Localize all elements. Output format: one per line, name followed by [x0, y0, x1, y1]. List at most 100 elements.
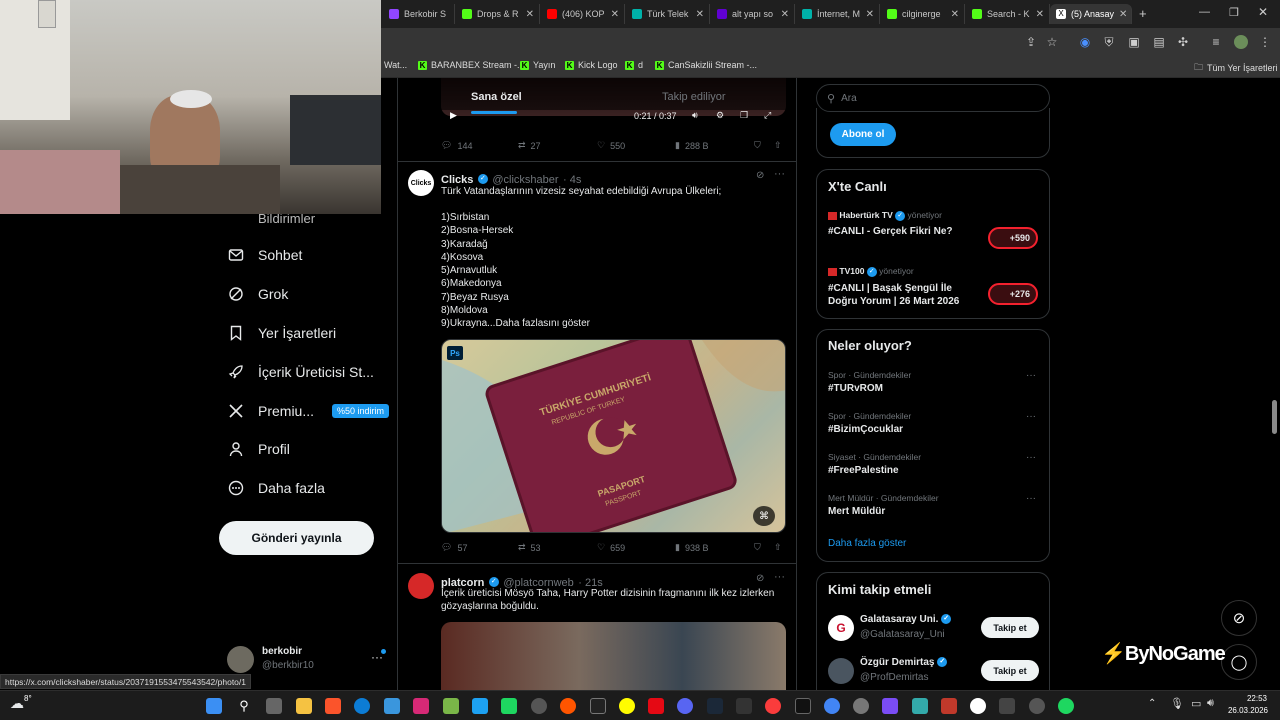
twitter-icon[interactable] — [472, 698, 488, 714]
close-icon[interactable]: ✕ — [781, 9, 789, 20]
browser-tab[interactable]: cilginerge ✕ — [881, 4, 965, 24]
close-icon[interactable]: ✕ — [1036, 9, 1044, 20]
tray-chevron-icon[interactable]: ⌃ — [1148, 698, 1156, 709]
discord-icon[interactable] — [677, 698, 693, 714]
share-button[interactable]: ⇧ — [774, 140, 782, 151]
repost-button[interactable]: ⇄ 27 — [518, 140, 541, 151]
more-icon[interactable]: ··· — [1026, 411, 1036, 422]
bookmark[interactable]: K BARANBEX Stream -... — [418, 60, 525, 70]
sidebar-item-premium[interactable]: Premiu... %50 indirim — [228, 403, 390, 419]
like-button[interactable]: ♡ 659 — [597, 542, 625, 553]
menu-icon[interactable]: ⋮ — [1258, 35, 1272, 49]
repost-button[interactable]: ⇄ 53 — [518, 542, 541, 553]
sidebar-item-bookmarks[interactable]: Yer İşaretleri — [228, 325, 336, 341]
bookmark[interactable]: K Kick Logo — [565, 60, 618, 70]
play-icon[interactable]: ▶ — [450, 110, 457, 121]
browser-tab[interactable]: alt yapı so ✕ — [711, 4, 795, 24]
steam-icon[interactable] — [707, 698, 723, 714]
trend-item[interactable]: Mert Müldür · Gündemdekiler Mert Müldür — [828, 493, 939, 517]
suggestion-name[interactable]: Galatasaray Uni. ✓ — [860, 614, 952, 625]
chrome-icon[interactable] — [824, 698, 840, 714]
brave-icon[interactable] — [325, 698, 341, 714]
clock-time[interactable]: 22:53 — [1229, 694, 1267, 703]
close-icon[interactable]: ✕ — [866, 9, 874, 20]
trend-item[interactable]: Spor · Gündemdekiler #TURvROM — [828, 370, 911, 394]
follow-button[interactable]: Takip et — [981, 617, 1039, 638]
netflix-icon[interactable] — [648, 698, 664, 714]
suggestion-name[interactable]: Özgür Demirtaş ✓ — [860, 657, 948, 668]
close-icon[interactable]: ✕ — [611, 9, 619, 20]
sidebar-item-more[interactable]: Daha fazla — [228, 480, 325, 496]
bookmark[interactable]: Kd — [625, 60, 643, 70]
avatar[interactable]: G — [828, 615, 854, 641]
app-icon[interactable] — [882, 698, 898, 714]
weather-icon[interactable]: ☁ — [10, 695, 24, 712]
yandex-icon[interactable] — [970, 698, 986, 714]
browser-tab-active[interactable]: X (5) Anasay ✕ — [1050, 4, 1132, 24]
extension-icon[interactable]: ▤ — [1152, 35, 1166, 49]
close-icon[interactable]: ✕ — [526, 9, 534, 20]
app-icon[interactable] — [941, 698, 957, 714]
tiktok-icon[interactable] — [795, 698, 811, 714]
settings-icon[interactable]: ⚙︎ — [716, 110, 724, 121]
browser-tab[interactable]: Drops & R ✕ — [456, 4, 540, 24]
star-icon[interactable]: ☆ — [1045, 35, 1059, 49]
app-icon[interactable] — [853, 698, 869, 714]
reply-button[interactable]: 💬︎ 57 — [441, 542, 467, 553]
close-window-icon[interactable]: ✕ — [1258, 5, 1268, 19]
start-icon[interactable] — [206, 698, 222, 714]
trend-item[interactable]: Siyaset · Gündemdekiler #FreePalestine — [828, 452, 921, 476]
reply-button[interactable]: 💬︎ 144 — [441, 140, 472, 151]
browser-tab[interactable]: (406) KOP ✕ — [541, 4, 625, 24]
views-button[interactable]: ▮ 288 B — [675, 140, 708, 151]
browser-tab[interactable]: Türk Telek ✕ — [626, 4, 710, 24]
grok-fab-icon[interactable]: ⊘ — [1221, 600, 1257, 636]
extension-icon[interactable]: ◉ — [1078, 35, 1092, 49]
snapchat-icon[interactable] — [619, 698, 635, 714]
search-input[interactable]: Ara — [841, 93, 857, 104]
settings-icon[interactable] — [1029, 698, 1045, 714]
volume-icon[interactable]: 🔊︎ — [692, 110, 698, 121]
pip-icon[interactable]: ❐ — [740, 110, 748, 121]
install-app-icon[interactable]: ⇪ — [1024, 35, 1038, 49]
tweet-image[interactable]: TÜRKİYE CUMHURİYETİ REPUBLIC OF TURKEY P… — [441, 339, 786, 533]
fullscreen-icon[interactable]: ⤢ — [764, 110, 771, 121]
app-icon[interactable] — [736, 698, 752, 714]
more-icon[interactable]: ··· — [1026, 493, 1036, 504]
avatar[interactable] — [227, 646, 254, 673]
sidebar-item-grok[interactable]: Grok — [228, 286, 288, 302]
live-count[interactable]: +590 — [988, 227, 1038, 249]
soundcloud-icon[interactable] — [560, 698, 576, 714]
puzzle-icon[interactable]: ✣ — [1176, 35, 1190, 49]
spotify-icon[interactable] — [1058, 698, 1074, 714]
restore-icon[interactable]: ❐ — [1229, 6, 1239, 19]
browser-tab[interactable]: Berkobir S — [383, 4, 455, 24]
avatar[interactable] — [408, 573, 434, 599]
live-count[interactable]: +276 — [988, 283, 1038, 305]
shield-icon[interactable]: ⛨ — [1102, 35, 1116, 49]
like-button[interactable]: ♡ 550 — [597, 140, 625, 151]
browser-tab[interactable]: Search - K ✕ — [966, 4, 1050, 24]
views-button[interactable]: ▮ 938 B — [675, 542, 708, 553]
sidebar-item-creator-studio[interactable]: İçerik Üreticisi St... — [228, 364, 374, 380]
speedtest-icon[interactable] — [531, 698, 547, 714]
follow-button[interactable]: Takip et — [981, 660, 1039, 681]
tweet-video-thumbnail[interactable] — [441, 622, 786, 690]
show-more-link[interactable]: Daha fazla göster — [828, 538, 906, 549]
task-view-icon[interactable] — [266, 698, 282, 714]
profile-avatar-icon[interactable] — [1234, 35, 1248, 49]
close-icon[interactable]: ✕ — [1119, 9, 1127, 20]
chat-fab-icon[interactable]: ◯ — [1221, 644, 1257, 680]
edge-icon[interactable] — [354, 698, 370, 714]
post-button[interactable]: Gönderi yayınla — [219, 521, 374, 555]
microphone-icon[interactable]: 🎙︎ — [1170, 697, 1184, 710]
volume-icon[interactable]: 🔊︎ — [1207, 697, 1214, 710]
more-icon[interactable]: ··· — [1026, 452, 1036, 463]
live-host[interactable]: TV100 ✓ yönetiyor — [828, 266, 914, 277]
bookmark[interactable]: K CanSakizlii Stream -... — [655, 60, 757, 70]
app-icon[interactable] — [501, 698, 517, 714]
live-broadcast-title[interactable]: #CANLI - Gerçek Fikri Ne? — [828, 226, 978, 237]
trend-item[interactable]: Spor · Gündemdekiler #BizimÇocuklar — [828, 411, 911, 435]
extension-icon[interactable]: ▣ — [1127, 35, 1141, 49]
more-icon[interactable]: ··· — [774, 571, 785, 583]
